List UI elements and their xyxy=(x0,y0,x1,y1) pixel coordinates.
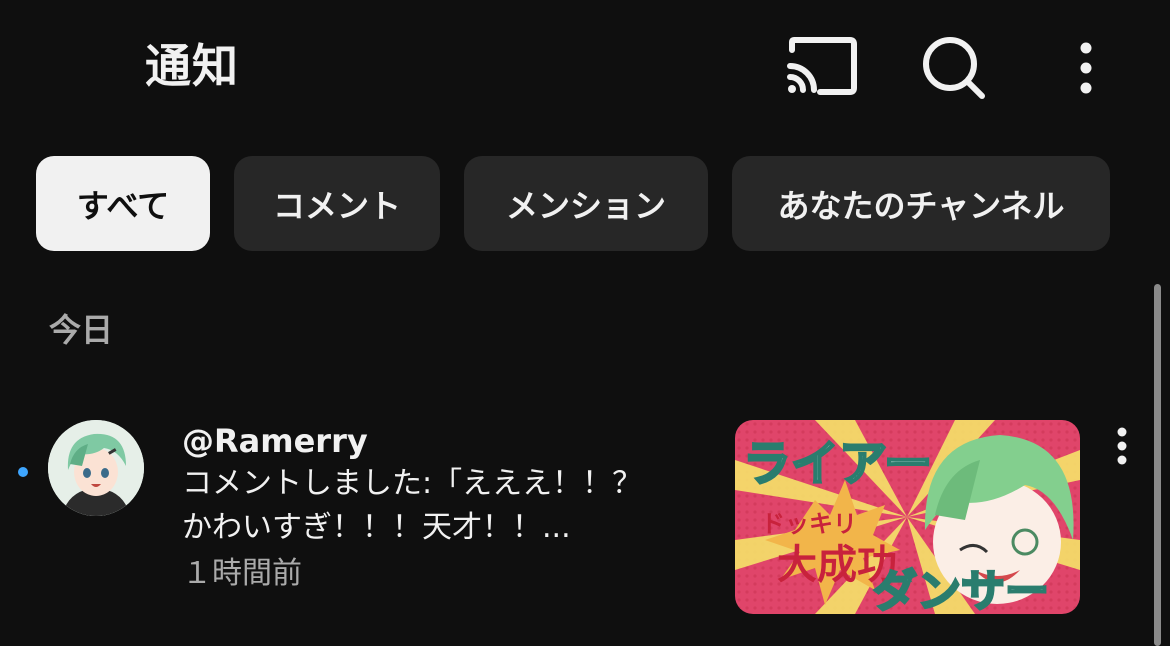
svg-text:ドッキリ: ドッキリ xyxy=(761,510,857,538)
chip-all[interactable]: すべて xyxy=(36,156,210,251)
notification-username: @Ramerry xyxy=(182,422,368,460)
video-thumbnail[interactable]: ライアー ドッキリ 大成功 ダンサー xyxy=(735,420,1080,614)
unread-indicator xyxy=(18,467,28,477)
more-vertical-icon[interactable] xyxy=(1068,38,1104,98)
scrollbar[interactable] xyxy=(1154,284,1161,646)
chip-your-channel[interactable]: あなたのチャンネル xyxy=(732,156,1110,251)
page-title: 通知 xyxy=(145,39,239,93)
section-header-today: 今日 xyxy=(49,311,114,349)
cast-icon[interactable] xyxy=(784,36,858,96)
notification-text[interactable]: @Ramerry コメントしました:「えええ！！？ かわいすぎ！！！天才！！..… xyxy=(182,420,702,596)
notification-more-icon[interactable] xyxy=(1105,425,1139,471)
avatar[interactable] xyxy=(48,420,144,516)
notifications-page: 通知 すべて コメント メンション あなたのチャンネル 今日 @Ramerry … xyxy=(0,0,1170,646)
svg-text:ライアー: ライアー xyxy=(743,436,932,492)
svg-text:ダンサー: ダンサー xyxy=(873,566,1049,614)
notification-timestamp: １時間前 xyxy=(182,556,302,591)
chip-mentions[interactable]: メンション xyxy=(464,156,708,251)
search-icon[interactable] xyxy=(920,36,988,100)
chip-comments[interactable]: コメント xyxy=(234,156,440,251)
notification-body-line2: かわいすぎ！！！天才！！... xyxy=(182,510,571,545)
notification-body-line1: コメントしました:「えええ！！？ xyxy=(182,466,643,501)
